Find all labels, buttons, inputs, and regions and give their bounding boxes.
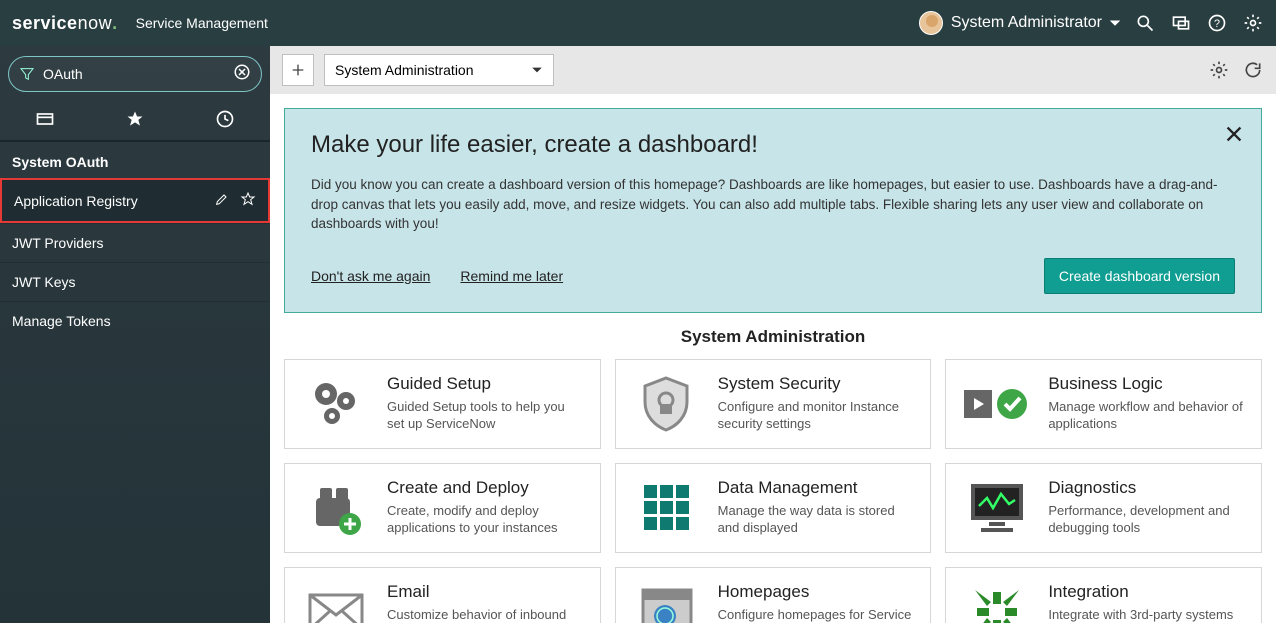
svg-text:?: ? [1214, 18, 1220, 30]
card-desc: Manage the way data is stored and displa… [718, 502, 915, 537]
refresh-icon[interactable] [1242, 59, 1264, 81]
filter-input[interactable] [43, 66, 233, 82]
deploy-icon [301, 478, 371, 538]
filter-navigator[interactable] [8, 56, 262, 92]
card-desc: Manage workflow and behavior of applicat… [1048, 398, 1245, 433]
edit-icon[interactable] [214, 191, 230, 210]
card-desc: Configure homepages for Service Desk and… [718, 606, 915, 623]
sidebar-item-manage-tokens[interactable]: Manage Tokens [0, 301, 270, 340]
banner-body: Did you know you can create a dashboard … [311, 175, 1235, 234]
card-title: System Security [718, 374, 915, 394]
toolbar: System Administration [270, 46, 1276, 94]
arrows-icon [962, 582, 1032, 623]
remind-later-link[interactable]: Remind me later [460, 268, 563, 284]
page-title: System Administration [270, 327, 1276, 347]
card-data-management[interactable]: Data Management Manage the way data is st… [615, 463, 932, 553]
card-desc: Customize behavior of inbound and outbou… [387, 606, 584, 623]
app-header: servicenow. Service Management System Ad… [0, 0, 1276, 46]
star-icon [125, 109, 145, 129]
envelope-icon [301, 582, 371, 623]
close-icon [1223, 123, 1245, 145]
add-content-button[interactable] [282, 54, 314, 86]
card-title: Integration [1048, 582, 1245, 602]
homepage-icon [632, 582, 702, 623]
homepage-dropdown[interactable]: System Administration [324, 54, 554, 86]
card-create-and-deploy[interactable]: Create and Deploy Create, modify and depl… [284, 463, 601, 553]
gear-icon[interactable] [1242, 12, 1264, 34]
avatar [919, 11, 943, 35]
favorite-star-icon[interactable] [240, 191, 256, 210]
card-business-logic[interactable]: Business Logic Manage workflow and behavi… [945, 359, 1262, 449]
card-title: Business Logic [1048, 374, 1245, 394]
card-integration[interactable]: Integration Integrate with 3rd-party syst… [945, 567, 1262, 623]
sidebar-item-label: Application Registry [14, 193, 214, 209]
card-system-security[interactable]: System Security Configure and monitor Ins… [615, 359, 932, 449]
sidebar: System OAuth Application Registry JWT Pro… [0, 46, 270, 623]
logo-service: service [12, 13, 78, 34]
caret-down-icon [1110, 18, 1120, 28]
sidebar-item-label: Manage Tokens [12, 313, 258, 329]
gears-icon [301, 374, 371, 434]
chat-icon[interactable] [1170, 12, 1192, 34]
card-desc: Integrate with 3rd-party systems and dat… [1048, 606, 1245, 623]
user-menu[interactable]: System Administrator [919, 11, 1120, 35]
grid-icon [632, 478, 702, 538]
card-title: Homepages [718, 582, 915, 602]
card-title: Create and Deploy [387, 478, 584, 498]
user-name: System Administrator [951, 14, 1102, 32]
card-guided-setup[interactable]: Guided Setup Guided Setup tools to help y… [284, 359, 601, 449]
logo-dot: . [112, 13, 118, 34]
card-email[interactable]: Email Customize behavior of inbound and o… [284, 567, 601, 623]
card-title: Data Management [718, 478, 915, 498]
card-title: Email [387, 582, 584, 602]
apps-icon [35, 109, 55, 129]
main-content: System Administration Make your life eas… [270, 46, 1276, 623]
banner-title: Make your life easier, create a dashboar… [311, 131, 1235, 159]
logo: servicenow. [12, 13, 118, 34]
tab-favorites[interactable] [90, 98, 180, 140]
tab-all-apps[interactable] [0, 98, 90, 140]
plus-icon [290, 62, 306, 78]
sidebar-item-jwt-keys[interactable]: JWT Keys [0, 262, 270, 301]
dont-ask-link[interactable]: Don't ask me again [311, 268, 430, 284]
card-desc: Performance, development and debugging t… [1048, 502, 1245, 537]
card-title: Guided Setup [387, 374, 584, 394]
product-name: Service Management [136, 15, 268, 31]
tab-history[interactable] [180, 98, 270, 140]
search-icon[interactable] [1134, 12, 1156, 34]
dropdown-label: System Administration [335, 62, 474, 78]
card-homepages[interactable]: Homepages Configure homepages for Service… [615, 567, 932, 623]
shield-icon [632, 374, 702, 434]
clear-filter-icon[interactable] [233, 63, 251, 86]
monitor-icon [962, 478, 1032, 538]
card-desc: Create, modify and deploy applications t… [387, 502, 584, 537]
clock-icon [215, 109, 235, 129]
nav-tabs [0, 98, 270, 142]
sidebar-item-label: JWT Providers [12, 235, 258, 251]
close-banner-button[interactable] [1223, 123, 1245, 150]
cards-grid: Guided Setup Guided Setup tools to help y… [270, 359, 1276, 623]
card-diagnostics[interactable]: Diagnostics Performance, development and … [945, 463, 1262, 553]
card-desc: Configure and monitor Instance security … [718, 398, 915, 433]
sidebar-item-jwt-providers[interactable]: JWT Providers [0, 223, 270, 262]
toolbar-gear-icon[interactable] [1208, 59, 1230, 81]
sidebar-item-label: JWT Keys [12, 274, 258, 290]
funnel-icon [19, 66, 35, 82]
create-dashboard-button[interactable]: Create dashboard version [1044, 258, 1235, 294]
sidebar-section-header: System OAuth [0, 142, 270, 178]
card-desc: Guided Setup tools to help you set up Se… [387, 398, 584, 433]
help-icon[interactable]: ? [1206, 12, 1228, 34]
logo-now: now [78, 13, 113, 34]
playcheck-icon [962, 374, 1032, 434]
caret-down-icon [531, 64, 543, 76]
card-title: Diagnostics [1048, 478, 1245, 498]
sidebar-item-application-registry[interactable]: Application Registry [0, 178, 270, 223]
dashboard-banner: Make your life easier, create a dashboar… [284, 108, 1262, 313]
